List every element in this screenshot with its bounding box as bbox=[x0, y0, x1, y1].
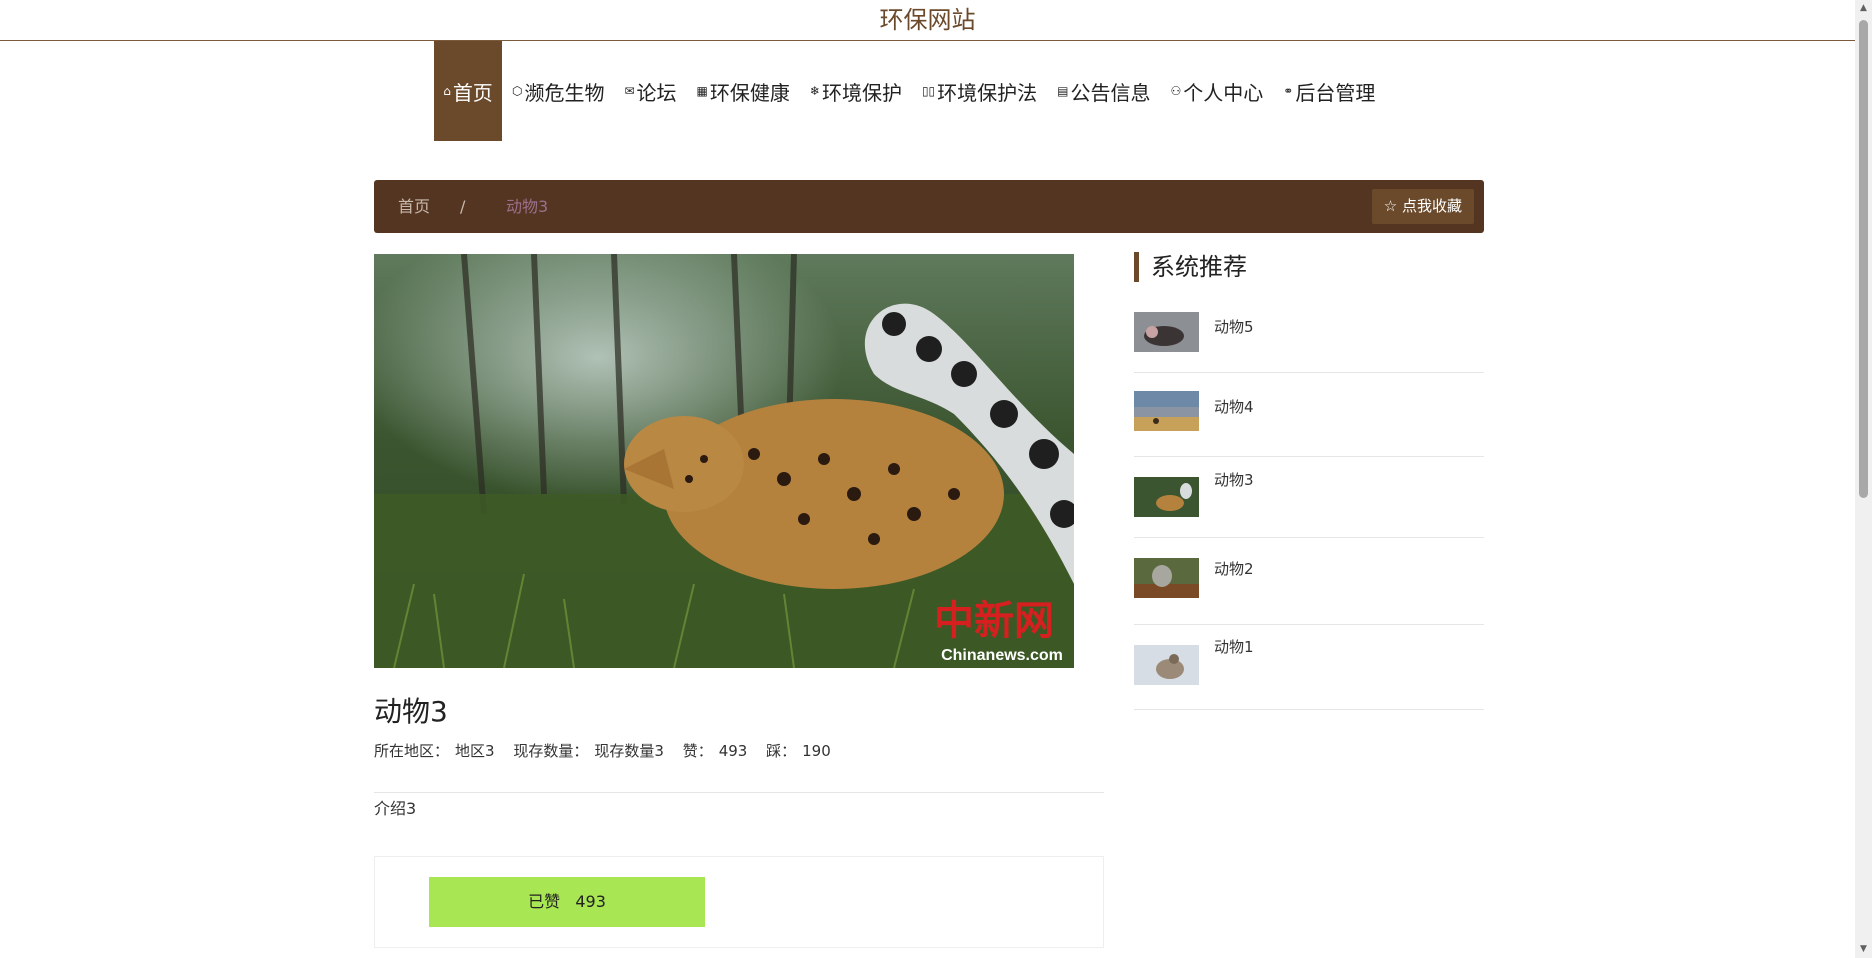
nav-item-protection[interactable]: ❄ 环境保护 bbox=[800, 41, 912, 141]
item-title: 动物3 bbox=[374, 695, 448, 728]
site-title: 环保网站 bbox=[0, 0, 1855, 41]
like-value: 493 bbox=[718, 742, 748, 760]
watermark-cn: 中新网 bbox=[934, 597, 1054, 644]
nav-label: 论坛 bbox=[636, 80, 677, 105]
favorite-button[interactable]: ☆ 点我收藏 bbox=[1371, 189, 1474, 224]
snowflake-icon: ❄ bbox=[809, 84, 820, 98]
nav-label: 濒危生物 bbox=[524, 80, 605, 105]
dislike-label: 踩： bbox=[766, 742, 797, 760]
dislike-value: 190 bbox=[802, 742, 831, 760]
recommend-label: 动物3 bbox=[1214, 471, 1254, 489]
scroll-thumb[interactable] bbox=[1859, 20, 1868, 498]
recommend-label: 动物1 bbox=[1214, 638, 1254, 656]
star-icon: ☆ bbox=[1383, 197, 1398, 215]
nav-label: 环境保护 bbox=[821, 80, 902, 105]
nav-item-forum[interactable]: ✉ 论坛 bbox=[614, 41, 686, 141]
favorite-label: 点我收藏 bbox=[1401, 197, 1462, 215]
recommend-label: 动物4 bbox=[1214, 398, 1254, 416]
nav-item-notice[interactable]: ▤ 公告信息 bbox=[1047, 41, 1160, 141]
recommend-title: 系统推荐 bbox=[1134, 252, 1247, 282]
clipboard-icon: ▤ bbox=[1057, 84, 1069, 98]
like-panel: 已赞 493 bbox=[374, 856, 1104, 948]
recommend-thumb bbox=[1134, 477, 1199, 517]
nav-label: 后台管理 bbox=[1295, 80, 1376, 105]
main-nav: ⌂ 首页 ⬡ 濒危生物 ✉ 论坛 ▦ 环保健康 ❄ 环境保护 ▯▯ 环境保护法 … bbox=[434, 41, 1385, 141]
recommend-item[interactable]: 动物4 bbox=[1134, 373, 1484, 457]
page-scrollbar[interactable]: ▲ ▼ bbox=[1855, 0, 1872, 958]
recommend-item[interactable]: 动物3 bbox=[1134, 457, 1484, 538]
like-button-count: 493 bbox=[575, 892, 606, 911]
recommend-thumb bbox=[1134, 558, 1199, 598]
recommend-item[interactable]: 动物5 bbox=[1134, 300, 1484, 373]
nav-label: 环保健康 bbox=[709, 80, 790, 105]
cube-icon: ⬡ bbox=[512, 84, 523, 98]
mail-icon: ✉ bbox=[624, 84, 635, 98]
link-icon: ⚭ bbox=[1283, 84, 1294, 98]
count-label: 现存数量： bbox=[513, 742, 589, 760]
nav-label: 首页 bbox=[452, 80, 493, 105]
region-value: 地区3 bbox=[455, 742, 495, 760]
gift-icon: ▦ bbox=[696, 84, 708, 98]
nav-item-admin[interactable]: ⚭ 后台管理 bbox=[1273, 41, 1385, 141]
recommend-item[interactable]: 动物1 bbox=[1134, 625, 1484, 710]
nav-item-home[interactable]: ⌂ 首页 bbox=[434, 41, 502, 141]
scroll-down-arrow-icon[interactable]: ▼ bbox=[1855, 941, 1872, 958]
nav-label: 公告信息 bbox=[1070, 80, 1151, 105]
scroll-up-arrow-icon[interactable]: ▲ bbox=[1855, 0, 1872, 17]
nav-item-law[interactable]: ▯▯ 环境保护法 bbox=[912, 41, 1047, 141]
count-value: 现存数量3 bbox=[594, 742, 664, 760]
item-meta: 所在地区： 地区3 现存数量： 现存数量3 赞： 493 踩： 190 bbox=[374, 740, 837, 761]
recommend-thumb bbox=[1134, 391, 1199, 431]
user-icon: ⚇ bbox=[1170, 84, 1182, 98]
item-intro: 介绍3 bbox=[374, 799, 417, 818]
breadcrumb-current: 动物3 bbox=[506, 197, 549, 216]
nav-item-profile[interactable]: ⚇ 个人中心 bbox=[1161, 41, 1274, 141]
region-label: 所在地区： bbox=[374, 742, 450, 760]
breadcrumb-home[interactable]: 首页 bbox=[398, 180, 430, 233]
animal-photo: 中新网 Chinanews.com bbox=[374, 254, 1074, 668]
content-divider bbox=[374, 792, 1104, 793]
recommend-thumb bbox=[1134, 312, 1199, 352]
breadcrumb: 首页 / 动物3 ☆ 点我收藏 bbox=[374, 180, 1484, 233]
book-icon: ▯▯ bbox=[921, 84, 936, 98]
recommend-thumb bbox=[1134, 645, 1199, 685]
recommend-label: 动物5 bbox=[1214, 318, 1254, 336]
recommend-list: 动物5 动物4 动物3 动物2 动物1 bbox=[1134, 300, 1484, 710]
recommend-item[interactable]: 动物2 bbox=[1134, 538, 1484, 625]
breadcrumb-separator: / bbox=[460, 197, 466, 216]
watermark-en: Chinanews.com bbox=[941, 647, 1063, 664]
like-button-label: 已赞 bbox=[528, 892, 561, 911]
like-button[interactable]: 已赞 493 bbox=[429, 877, 705, 927]
nav-label: 个人中心 bbox=[1183, 80, 1264, 105]
nav-item-endangered[interactable]: ⬡ 濒危生物 bbox=[502, 41, 614, 141]
nav-label: 环境保护法 bbox=[937, 80, 1038, 105]
recommend-label: 动物2 bbox=[1214, 560, 1254, 578]
like-label: 赞： bbox=[682, 742, 713, 760]
nav-item-health[interactable]: ▦ 环保健康 bbox=[687, 41, 800, 141]
home-icon: ⌂ bbox=[443, 84, 451, 98]
